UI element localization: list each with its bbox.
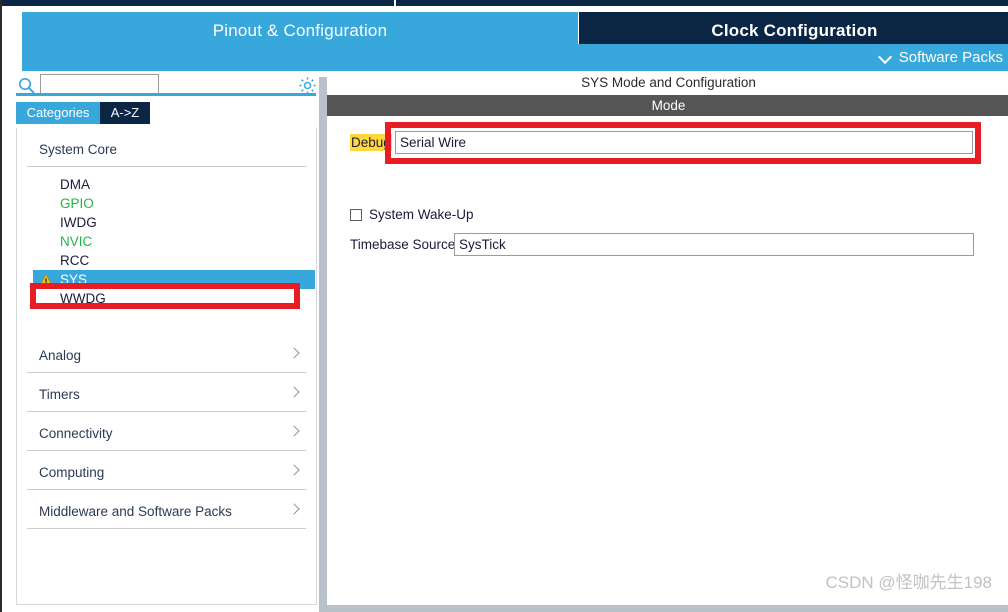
debug-value: Serial Wire: [400, 135, 467, 150]
system-wakeup-checkbox[interactable]: [350, 208, 362, 221]
software-packs-button[interactable]: Software Packs: [879, 45, 1003, 70]
subband-left-fill: [2, 44, 22, 71]
ip-item-label: GPIO: [60, 196, 94, 211]
tab-categories[interactable]: Categories: [16, 102, 100, 124]
system-core-item-list: DMA GPIO IWDG NVIC RCC SYS WWDG: [17, 175, 316, 308]
panel-splitter[interactable]: [319, 71, 327, 605]
system-wakeup-row[interactable]: System Wake-Up: [350, 207, 474, 222]
component-sidebar: Categories A->Z System Core DMA GPIO IWD…: [4, 71, 319, 605]
configuration-panel: SYS Mode and Configuration Mode Debug Se…: [327, 71, 1008, 605]
tab-a-to-z[interactable]: A->Z: [100, 102, 150, 124]
ip-item-label: DMA: [60, 177, 90, 192]
debug-combobox[interactable]: Serial Wire: [395, 131, 973, 154]
timebase-source-value: SysTick: [459, 237, 506, 252]
ip-item-nvic[interactable]: NVIC: [17, 232, 316, 251]
ip-item-label: NVIC: [60, 234, 93, 249]
timebase-source-label: Timebase Source: [350, 237, 456, 252]
ip-item-iwdg[interactable]: IWDG: [17, 213, 316, 232]
group-header-connectivity[interactable]: Connectivity: [27, 412, 306, 451]
bottom-bar-left-fill: [4, 605, 319, 612]
search-row: [4, 71, 319, 101]
ip-item-label: IWDG: [60, 215, 97, 230]
system-wakeup-label: System Wake-Up: [369, 207, 474, 222]
group-header-analog[interactable]: Analog: [27, 334, 306, 373]
ip-item-label: RCC: [60, 253, 90, 268]
chevron-down-icon: [879, 51, 892, 64]
ip-item-sys[interactable]: SYS: [33, 270, 315, 289]
ip-item-label: WWDG: [60, 291, 106, 306]
warning-triangle-icon: [38, 273, 54, 287]
subband: [22, 44, 1008, 71]
ip-item-wwdg[interactable]: WWDG: [17, 289, 316, 308]
timebase-source-combobox[interactable]: SysTick: [454, 233, 974, 256]
sidebar-view-tabs: Categories A->Z: [4, 102, 319, 124]
panel-splitter-top-gap: [319, 71, 327, 77]
debug-label: Debug: [350, 134, 392, 151]
ip-item-gpio[interactable]: GPIO: [17, 194, 316, 213]
component-tree: System Core DMA GPIO IWDG NVIC RCC SYS W…: [16, 128, 317, 605]
mode-section-header: Mode: [327, 95, 1008, 116]
watermark: CSDN @怪咖先生198: [825, 573, 992, 592]
group-header-system-core[interactable]: System Core: [27, 128, 306, 167]
page-title: SYS Mode and Configuration: [581, 75, 756, 90]
group-header-timers[interactable]: Timers: [27, 373, 306, 412]
group-header-computing[interactable]: Computing: [27, 451, 306, 490]
ip-item-dma[interactable]: DMA: [17, 175, 316, 194]
sidebar-tabs-underline: [16, 93, 316, 96]
search-icon: [18, 77, 35, 94]
software-packs-label: Software Packs: [898, 49, 1003, 66]
group-header-middleware-software-packs[interactable]: Middleware and Software Packs: [27, 490, 306, 529]
stm32cubemx-window: Pinout & Configuration Clock Configurati…: [0, 0, 1008, 612]
ip-item-rcc[interactable]: RCC: [17, 251, 316, 270]
ip-item-label: SYS: [60, 272, 88, 287]
